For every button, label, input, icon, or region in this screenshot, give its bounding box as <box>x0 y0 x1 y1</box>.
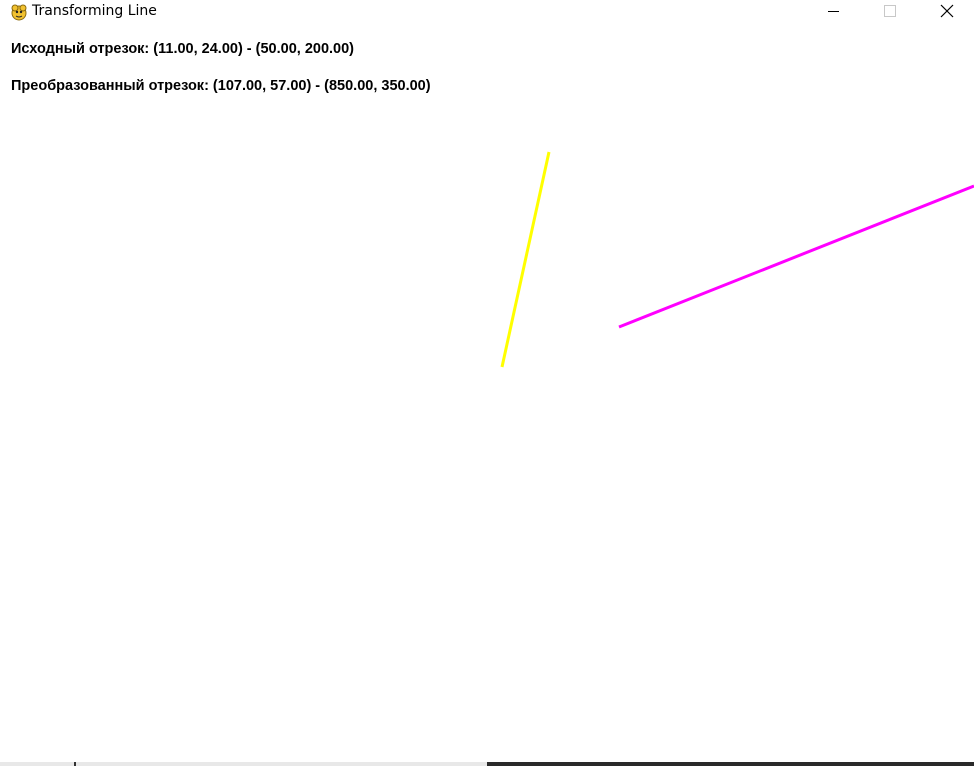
close-button[interactable] <box>924 0 970 24</box>
maximize-button[interactable] <box>866 0 912 24</box>
minimize-button[interactable] <box>811 0 857 24</box>
transformed-segment-line <box>618 184 974 329</box>
window-title: Transforming Line <box>32 3 157 19</box>
lines-layer <box>500 151 974 368</box>
taskbar-divider <box>74 762 76 766</box>
taskbar-edge-dark <box>487 762 974 766</box>
maximize-icon <box>884 5 896 17</box>
drawing-canvas: Исходный отрезок: (11.00, 24.00) - (50.0… <box>0 24 974 762</box>
pygame-snake-icon <box>9 2 29 22</box>
original-segment-line <box>500 151 551 368</box>
close-icon <box>940 4 954 18</box>
app-window: Transforming Line Исходный отрезок: (11.… <box>0 0 974 766</box>
title-bar[interactable]: Transforming Line <box>0 0 974 24</box>
